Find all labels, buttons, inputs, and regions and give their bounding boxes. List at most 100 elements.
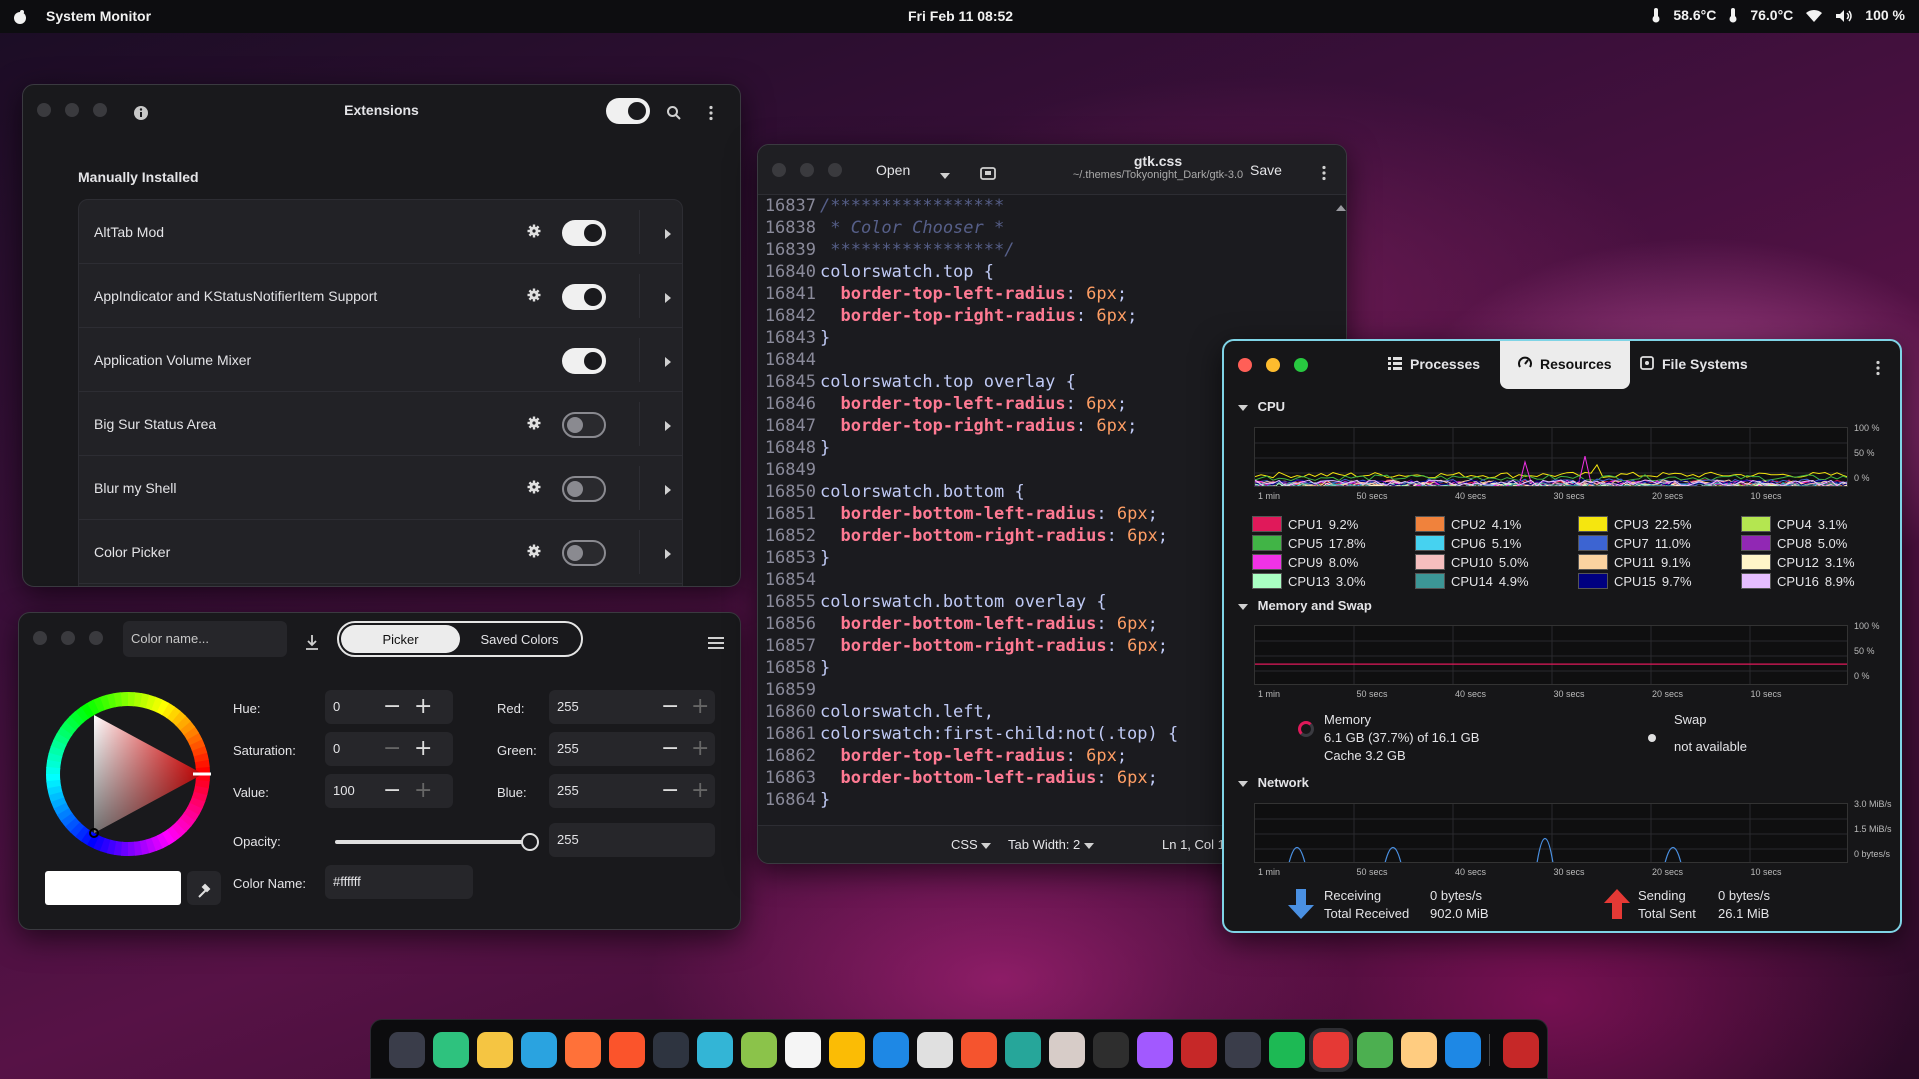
extension-row[interactable]: AltTab Mod <box>79 200 682 264</box>
extension-row[interactable]: Blur my Shell <box>79 456 682 520</box>
files-icon[interactable] <box>697 1032 733 1068</box>
extension-toggle[interactable] <box>562 220 606 246</box>
telegram-icon[interactable] <box>521 1032 557 1068</box>
cpu-color-swatch[interactable] <box>1415 535 1445 551</box>
cpu-color-swatch[interactable] <box>1252 573 1282 589</box>
cpu-legend-item[interactable]: CPU6 5.1% <box>1415 535 1521 551</box>
menu-icon[interactable] <box>1321 162 1327 181</box>
chevron-right-icon[interactable] <box>664 545 672 561</box>
figma-icon[interactable] <box>1137 1032 1173 1068</box>
gear-icon[interactable] <box>527 222 541 238</box>
cpu-legend-item[interactable]: CPU4 3.1% <box>1741 516 1847 532</box>
saturation-increment[interactable]: + <box>414 738 432 760</box>
extension-toggle[interactable] <box>562 540 606 566</box>
maximize-button[interactable] <box>828 163 842 177</box>
chevron-right-icon[interactable] <box>664 481 672 497</box>
cpu-legend-item[interactable]: CPU11 9.1% <box>1578 554 1691 570</box>
cpu-legend-item[interactable]: CPU5 17.8% <box>1252 535 1366 551</box>
cpu-color-swatch[interactable] <box>1741 554 1771 570</box>
cpu-legend-item[interactable]: CPU16 8.9% <box>1741 573 1855 589</box>
red-increment[interactable]: + <box>691 696 709 718</box>
cursor-position[interactable]: Ln 1, Col 1 <box>1162 837 1225 852</box>
trash-icon[interactable] <box>1503 1032 1539 1068</box>
maximize-button[interactable] <box>89 631 103 645</box>
cpu-color-swatch[interactable] <box>1252 516 1282 532</box>
app-9-icon[interactable] <box>741 1032 777 1068</box>
spotify-icon[interactable] <box>1269 1032 1305 1068</box>
save-button[interactable]: Save <box>1250 162 1282 178</box>
app-13-icon[interactable] <box>917 1032 953 1068</box>
cpu-color-swatch[interactable] <box>1741 573 1771 589</box>
app-20-icon[interactable] <box>1225 1032 1261 1068</box>
tab-saved-colors[interactable]: Saved Colors <box>460 625 579 653</box>
extensions-icon[interactable] <box>1357 1032 1393 1068</box>
clock[interactable]: Fri Feb 11 08:52 <box>908 8 1013 24</box>
color-wheel[interactable] <box>43 689 213 859</box>
gear-icon[interactable] <box>527 414 541 430</box>
tab-width-selector[interactable]: Tab Width: 2 <box>1008 837 1094 852</box>
app-14-icon[interactable] <box>961 1032 997 1068</box>
extension-row[interactable]: Color Picker <box>79 520 682 584</box>
app-15-icon[interactable] <box>1005 1032 1041 1068</box>
menu-icon[interactable] <box>1875 357 1881 376</box>
gear-icon[interactable] <box>527 286 541 302</box>
color-name-search-input[interactable]: Color name... <box>123 621 287 657</box>
gear-icon[interactable] <box>527 542 541 558</box>
close-button[interactable] <box>33 631 47 645</box>
cpu-color-swatch[interactable] <box>1252 554 1282 570</box>
app-1-icon[interactable] <box>389 1032 425 1068</box>
cpu-color-swatch[interactable] <box>1741 516 1771 532</box>
value-decrement[interactable]: − <box>383 780 401 802</box>
blue-increment[interactable]: + <box>691 780 709 802</box>
chevron-right-icon[interactable] <box>664 353 672 369</box>
tab-resources[interactable]: Resources <box>1500 341 1630 389</box>
close-button[interactable] <box>772 163 786 177</box>
minimize-button[interactable] <box>61 631 75 645</box>
cpu-legend-item[interactable]: CPU1 9.2% <box>1252 516 1358 532</box>
chevron-right-icon[interactable] <box>664 225 672 241</box>
opacity-slider-handle[interactable] <box>521 833 539 851</box>
tab-file-systems[interactable]: File Systems <box>1640 341 1748 389</box>
open-button[interactable]: Open <box>876 162 910 178</box>
extensions-master-toggle[interactable] <box>606 98 650 124</box>
cpu-legend-item[interactable]: CPU9 8.0% <box>1252 554 1358 570</box>
cpu-legend-item[interactable]: CPU12 3.1% <box>1741 554 1855 570</box>
chrome-icon[interactable] <box>829 1032 865 1068</box>
green-increment[interactable]: + <box>691 738 709 760</box>
hue-decrement[interactable]: − <box>383 696 401 718</box>
extension-toggle[interactable] <box>562 476 606 502</box>
cpu-color-swatch[interactable] <box>1741 535 1771 551</box>
extension-toggle[interactable] <box>562 348 606 374</box>
cpu-legend-item[interactable]: CPU8 5.0% <box>1741 535 1847 551</box>
app-2-icon[interactable] <box>433 1032 469 1068</box>
search-icon[interactable] <box>666 102 682 121</box>
tab-processes[interactable]: Processes <box>1388 341 1480 389</box>
network-section-toggle[interactable]: Network <box>1238 775 1309 790</box>
memory-section-toggle[interactable]: Memory and Swap <box>1238 598 1372 613</box>
blue-decrement[interactable]: − <box>661 780 679 802</box>
cpu-legend-item[interactable]: CPU14 4.9% <box>1415 573 1529 589</box>
extension-row[interactable]: Big Sur Status Area <box>79 392 682 456</box>
notes-icon[interactable] <box>785 1032 821 1068</box>
download-icon[interactable] <box>305 631 319 650</box>
cpu-legend-item[interactable]: CPU15 9.7% <box>1578 573 1692 589</box>
minimize-button[interactable] <box>1266 358 1280 372</box>
extension-toggle[interactable] <box>562 284 606 310</box>
cpu-legend-item[interactable]: CPU2 4.1% <box>1415 516 1521 532</box>
cpu-color-swatch[interactable] <box>1415 573 1445 589</box>
cpu-color-swatch[interactable] <box>1252 535 1282 551</box>
app-17-icon[interactable] <box>1093 1032 1129 1068</box>
cpu-legend-item[interactable]: CPU3 22.5% <box>1578 516 1692 532</box>
color-name-field[interactable]: #ffffff <box>325 865 473 899</box>
extension-toggle[interactable] <box>562 412 606 438</box>
cpu-color-swatch[interactable] <box>1578 573 1608 589</box>
active-app-name[interactable]: System Monitor <box>46 8 151 24</box>
language-selector[interactable]: CSS <box>951 837 992 852</box>
minimize-button[interactable] <box>800 163 814 177</box>
opacity-slider[interactable] <box>335 833 539 851</box>
gear-icon[interactable] <box>527 478 541 494</box>
new-tab-icon[interactable] <box>980 162 996 181</box>
menu-icon[interactable] <box>708 102 714 121</box>
value-increment[interactable]: + <box>414 780 432 802</box>
cpu-section-toggle[interactable]: CPU <box>1238 399 1285 414</box>
